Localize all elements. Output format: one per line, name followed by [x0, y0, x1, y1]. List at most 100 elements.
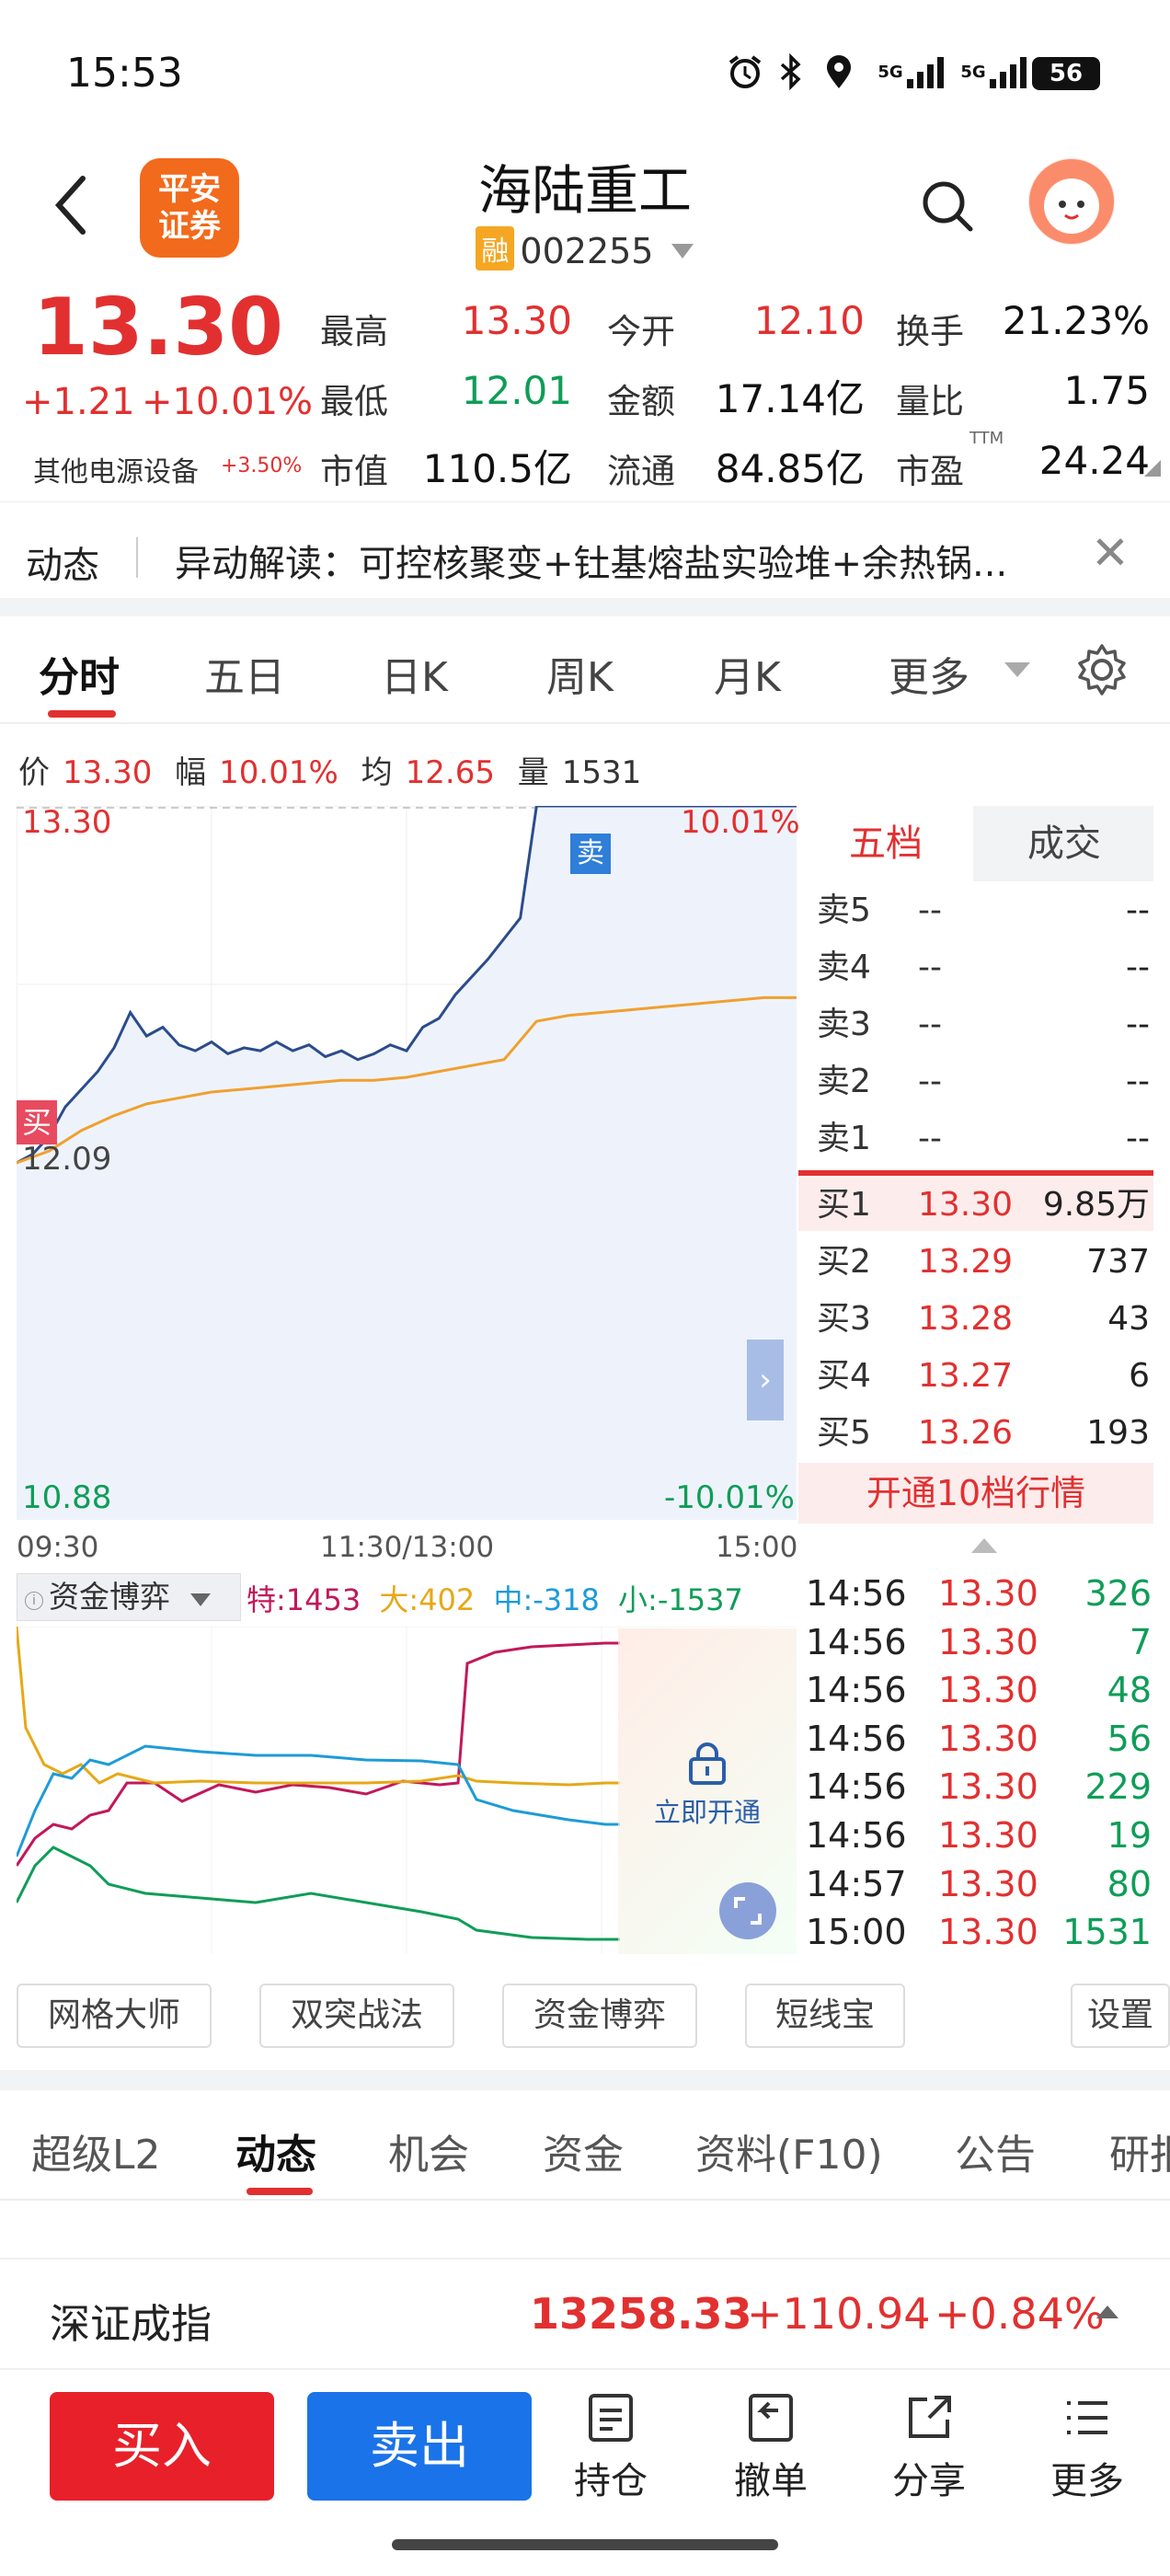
- ask-price: --: [918, 891, 942, 929]
- quote-label-1-2: 量比: [896, 382, 964, 421]
- expand-up-icon[interactable]: [1096, 2306, 1118, 2318]
- quote-value-1-0: 12.01: [461, 368, 572, 413]
- quote-label-1-0: 最低: [320, 382, 388, 421]
- intraday-chart[interactable]: [17, 806, 797, 1520]
- menu-icon: [1067, 2401, 1107, 2434]
- cancel-order-label: 撤单: [734, 2460, 808, 2502]
- tick-row-1: 14:56 13.30 7: [802, 1618, 1155, 1666]
- divider: [0, 722, 1170, 724]
- expand-panel-chevron-icon[interactable]: ›: [747, 1340, 784, 1420]
- bottom-tab-1[interactable]: 动态: [235, 2122, 316, 2180]
- bottom-tab-3[interactable]: 资金: [543, 2122, 624, 2180]
- quote-value-2-1: 84.85亿: [715, 446, 865, 491]
- quote-label-2-0: 市值: [320, 452, 388, 491]
- settings-gear-icon[interactable]: [1074, 642, 1130, 697]
- bottom-tab-6[interactable]: 研报: [1109, 2122, 1170, 2180]
- bid-volume: 9.85万: [1042, 1186, 1150, 1224]
- tool-button-4[interactable]: 设置: [1071, 1984, 1170, 2048]
- cancel-order-button[interactable]: 撤单: [716, 2392, 826, 2512]
- tick-time: 15:00: [806, 1912, 907, 1953]
- tool-button-1[interactable]: 双突战法: [259, 1984, 454, 2048]
- bid-label: 买2: [817, 1243, 871, 1281]
- quote-label-2-2: 市盈: [896, 452, 964, 491]
- bottom-tab-0[interactable]: 超级L2: [31, 2122, 161, 2180]
- share-button[interactable]: 分享: [874, 2392, 984, 2512]
- chart-tab-0[interactable]: 分时: [39, 644, 120, 703]
- quote-value-0-0: 13.30: [461, 298, 572, 343]
- bid-price: 13.30: [918, 1186, 1014, 1224]
- price-label: 价: [18, 754, 50, 791]
- news-headline[interactable]: 异动解读：可控核聚变+钍基熔盐实验堆+余热锅...: [175, 534, 1076, 587]
- chart-tab-1[interactable]: 五日: [204, 644, 285, 703]
- fund-selector[interactable]: i 资金博弈: [17, 1573, 241, 1621]
- bottom-tab-5[interactable]: 公告: [955, 2122, 1036, 2180]
- price-change: +1.21: [22, 381, 135, 423]
- cancel-order-icon: [749, 2394, 793, 2442]
- sector-name[interactable]: 其他电源设备: [33, 449, 199, 489]
- legend-xiao: 小:-1537: [618, 1582, 743, 1617]
- bid-price: 13.29: [918, 1243, 1014, 1281]
- tick-volume: 19: [1107, 1815, 1152, 1856]
- tab-five-levels[interactable]: 五档: [798, 806, 973, 881]
- ask-volume: --: [1126, 1120, 1150, 1157]
- time-start: 09:30: [17, 1531, 99, 1564]
- buy-button[interactable]: 买入: [50, 2392, 274, 2501]
- tab-trades[interactable]: 成交: [975, 806, 1153, 881]
- tick-price: 13.30: [938, 1863, 1038, 1904]
- index-value: 13258.33: [530, 2289, 752, 2339]
- ask-price: --: [918, 949, 942, 986]
- ask-volume: --: [1126, 1063, 1150, 1100]
- quote-value-1-1: 17.14亿: [715, 376, 865, 421]
- scroll-up-icon[interactable]: [971, 1538, 997, 1553]
- assistant-avatar[interactable]: [1028, 158, 1115, 245]
- bottom-tab-2[interactable]: 机会: [388, 2122, 469, 2180]
- chart-tab-2[interactable]: 日K: [381, 644, 448, 703]
- chart-tab-3[interactable]: 周K: [546, 644, 614, 703]
- fund-title: 资金博弈: [49, 1579, 170, 1615]
- price-value: 13.30: [63, 754, 153, 791]
- chart-top-pct: 10.01%: [681, 804, 800, 841]
- sell-button[interactable]: 卖出: [307, 2392, 532, 2501]
- chart-top-price: 13.30: [22, 804, 112, 841]
- tick-row-0: 14:56 13.30 326: [802, 1570, 1155, 1617]
- bid-row-2: 买3 13.28 43: [798, 1292, 1153, 1347]
- chart-tab-5[interactable]: 更多: [889, 644, 969, 703]
- close-icon[interactable]: ✕: [1091, 526, 1130, 580]
- bid-row-3: 买4 13.27 6: [798, 1349, 1153, 1404]
- tool-button-0[interactable]: 网格大师: [17, 1984, 212, 2048]
- chart-tab-4[interactable]: 月K: [714, 644, 781, 703]
- net2-label: 5G: [960, 62, 986, 82]
- bid-label: 买1: [817, 1186, 871, 1224]
- tick-price: 13.30: [938, 1718, 1038, 1759]
- holdings-button[interactable]: 持仓: [556, 2392, 666, 2512]
- chevron-down-icon[interactable]: [1004, 662, 1030, 677]
- tick-row-2: 14:56 13.30 48: [802, 1666, 1155, 1714]
- ask-row-0: 卖5 -- --: [798, 883, 1153, 938]
- tick-price: 13.30: [938, 1670, 1038, 1711]
- bottom-tab-4[interactable]: 资料(F10): [695, 2122, 883, 2180]
- section-separator: [0, 2070, 1170, 2090]
- battery-level: 56: [1049, 60, 1084, 87]
- lock-icon: [689, 1742, 726, 1785]
- more-button[interactable]: 更多: [1032, 2392, 1142, 2512]
- info-icon[interactable]: i: [25, 1592, 43, 1610]
- stock-code: 002255: [520, 231, 654, 271]
- tick-row-4: 14:56 13.30 229: [802, 1763, 1155, 1811]
- upgrade-level10-button[interactable]: 开通10档行情: [798, 1463, 1153, 1524]
- tick-price: 13.30: [938, 1766, 1038, 1808]
- fullscreen-icon[interactable]: [719, 1882, 776, 1939]
- tick-time: 14:56: [806, 1815, 907, 1856]
- tool-button-3[interactable]: 短线宝: [745, 1984, 905, 2048]
- search-icon[interactable]: [918, 177, 977, 236]
- stock-code-selector[interactable]: 融 002255: [0, 226, 1170, 271]
- home-indicator[interactable]: [392, 2539, 778, 2550]
- tick-row-6: 14:57 13.30 80: [802, 1860, 1155, 1908]
- tick-volume: 7: [1129, 1621, 1152, 1662]
- tick-volume: 48: [1107, 1670, 1152, 1711]
- tool-button-2[interactable]: 资金博弈: [502, 1984, 697, 2048]
- sector-change: +3.50%: [221, 454, 303, 477]
- ask-row-2: 卖3 -- --: [798, 997, 1153, 1052]
- quote-value-0-1: 12.10: [753, 298, 865, 343]
- quote-value-2-2: 24.24: [1038, 438, 1150, 483]
- chart-bottom-price: 10.88: [22, 1479, 112, 1516]
